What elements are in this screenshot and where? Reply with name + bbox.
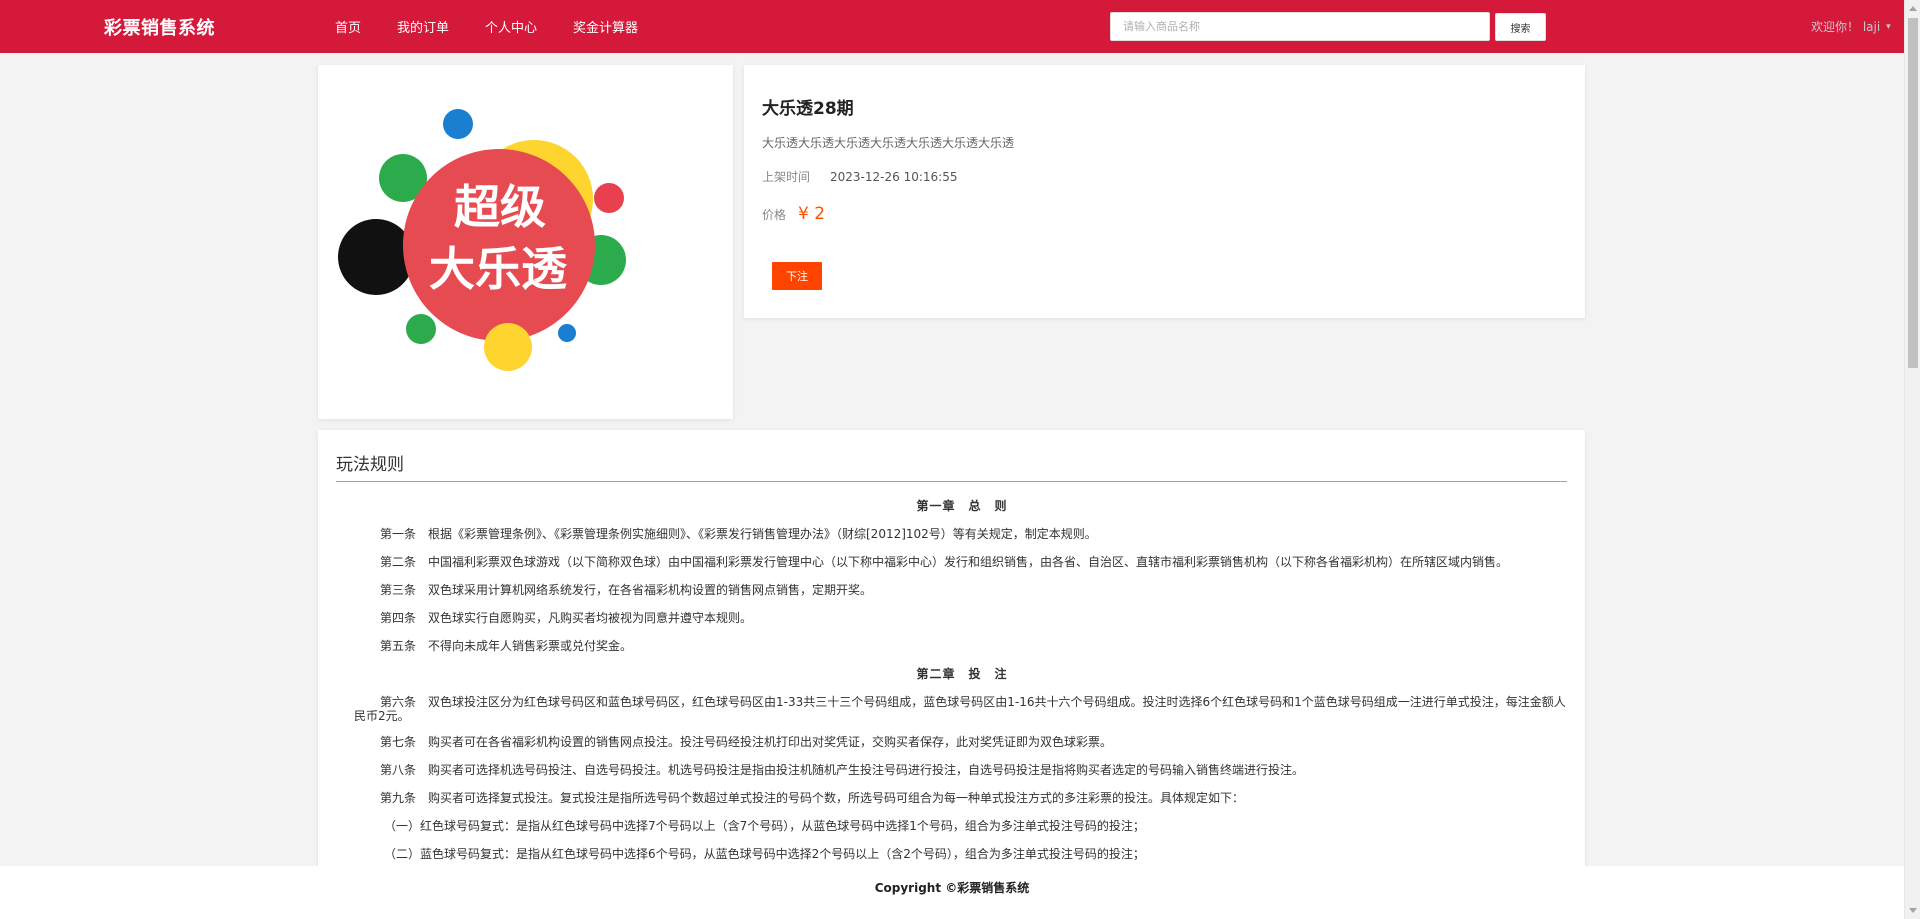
rule-paragraph: 第二条 中国福利彩票双色球游戏（以下简称双色球）由中国福利彩票发行管理中心（以下…: [380, 555, 1509, 569]
scroll-up-arrow-icon[interactable]: [1909, 6, 1917, 11]
copyright-text: Copyright ©彩票销售系统: [874, 881, 1030, 895]
price-value: ¥ 2: [798, 204, 826, 224]
top-navbar: 彩票销售系统 首页 我的订单 个人中心 奖金计算器 搜索 欢迎你！ laji ▾: [0, 0, 1904, 53]
product-image-card: 超级 大乐透: [318, 65, 733, 419]
chevron-down-icon: ▾: [1886, 21, 1891, 32]
rules-heading: 玩法规则: [336, 455, 404, 475]
listed-time-label: 上架时间: [762, 170, 811, 184]
rules-card: 玩法规则 第一章 总 则 第一条 根据《彩票管理条例》、《彩票管理条例实施细则》…: [318, 430, 1585, 919]
product-info-card: 大乐透28期 大乐透大乐透大乐透大乐透大乐透大乐透大乐透 上架时间 2023-1…: [744, 65, 1585, 318]
logo-text-line1: 超级: [454, 180, 546, 234]
nav-my-orders[interactable]: 我的订单: [397, 17, 449, 36]
rule-paragraph: 第四条 双色球实行自愿购买，凡购买者均被视为同意并遵守本规则。: [380, 611, 753, 625]
listed-time-row: 上架时间 2023-12-26 10:16:55: [762, 168, 957, 185]
welcome-text: 欢迎你！ laji: [1811, 20, 1881, 34]
rule-subitem: （二）蓝色球号码复式：是指从红色球号码中选择6个号码，从蓝色球号码中选择2个号码…: [384, 847, 1145, 861]
scroll-down-arrow-icon[interactable]: [1909, 908, 1917, 913]
price-label: 价格: [762, 208, 787, 222]
rule-paragraph: 第八条 购买者可选择机选号码投注、自选号码投注。机选号码投注是指由投注机随机产生…: [380, 763, 1305, 777]
brand-logo-text[interactable]: 彩票销售系统: [104, 14, 215, 40]
search-button[interactable]: 搜索: [1495, 13, 1546, 41]
rule-paragraph: 第六条 双色球投注区分为红色球号码区和蓝色球号码区，红色球号码区由1-33共三十…: [354, 695, 1566, 723]
rule-paragraph: 第五条 不得向未成年人销售彩票或兑付奖金。: [380, 639, 633, 653]
chapter-heading: 第二章 投 注: [916, 667, 1008, 681]
nav-prize-calculator[interactable]: 奖金计算器: [573, 17, 638, 36]
lottery-logo-image: 超级 大乐透: [338, 109, 626, 371]
rule-paragraph: 第一条 根据《彩票管理条例》、《彩票管理条例实施细则》、《彩票发行销售管理办法》…: [380, 527, 1097, 541]
page-footer: Copyright ©彩票销售系统: [0, 866, 1904, 919]
listed-time-value: 2023-12-26 10:16:55: [830, 170, 958, 184]
scrollbar-thumb[interactable]: [1908, 18, 1918, 368]
search-input[interactable]: [1110, 12, 1490, 41]
rules-content: 第一章 总 则 第一条 根据《彩票管理条例》、《彩票管理条例实施细则》、《彩票发…: [354, 499, 1570, 875]
user-menu[interactable]: 欢迎你！ laji ▾: [1811, 18, 1891, 35]
nav-user-center[interactable]: 个人中心: [485, 17, 537, 36]
product-description: 大乐透大乐透大乐透大乐透大乐透大乐透大乐透: [762, 136, 1015, 150]
nav-home[interactable]: 首页: [335, 17, 361, 36]
product-title: 大乐透28期: [762, 99, 854, 119]
place-order-button[interactable]: 下注: [772, 262, 822, 290]
rule-paragraph: 第七条 购买者可在各省福彩机构设置的销售网点投注。投注号码经投注机打印出对奖凭证…: [380, 735, 1113, 749]
main-nav: 首页 我的订单 个人中心 奖金计算器: [335, 17, 674, 36]
rule-subitem: （一）红色球号码复式：是指从红色球号码中选择7个号码以上（含7个号码），从蓝色球…: [384, 819, 1145, 833]
chapter-heading: 第一章 总 则: [916, 499, 1008, 513]
logo-text-line2: 大乐透: [429, 242, 568, 296]
vertical-scrollbar[interactable]: [1904, 0, 1920, 919]
rule-paragraph: 第九条 购买者可选择复式投注。复式投注是指所选号码个数超过单式投注的号码个数，所…: [380, 791, 1245, 805]
price-row: 价格 ¥ 2: [762, 204, 825, 224]
rules-divider: [336, 481, 1567, 482]
rule-paragraph: 第三条 双色球采用计算机网络系统发行，在各省福彩机构设置的销售网点销售，定期开奖…: [380, 583, 873, 597]
